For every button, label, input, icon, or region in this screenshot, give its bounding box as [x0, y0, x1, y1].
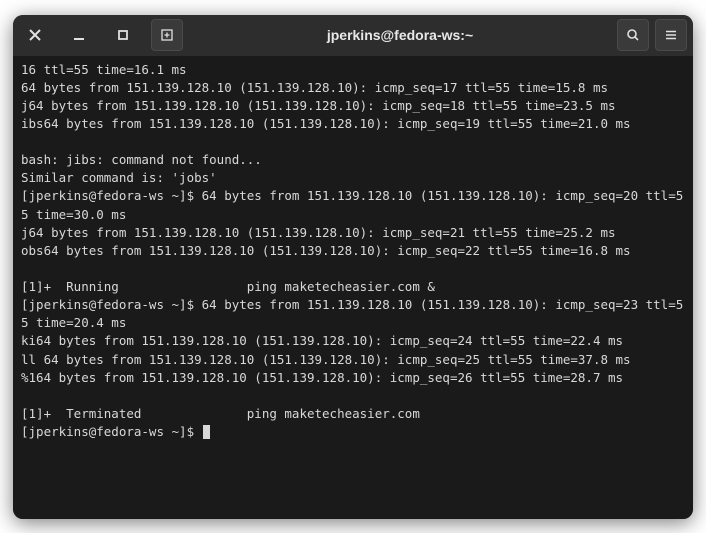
titlebar: jperkins@fedora-ws:~ — [13, 15, 693, 57]
terminal-line: ll 64 bytes from 151.139.128.10 (151.139… — [21, 352, 631, 367]
terminal-line: [jperkins@fedora-ws ~]$ 64 bytes from 15… — [21, 188, 683, 221]
terminal-line: 16 ttl=55 time=16.1 ms — [21, 62, 187, 77]
terminal-content[interactable]: 16 ttl=55 time=16.1 ms 64 bytes from 151… — [13, 57, 693, 519]
minimize-button[interactable] — [63, 19, 95, 51]
new-tab-icon — [160, 28, 174, 42]
terminal-line: [jperkins@fedora-ws ~]$ 64 bytes from 15… — [21, 297, 683, 330]
cursor — [203, 425, 210, 439]
search-button[interactable] — [617, 19, 649, 51]
search-icon — [626, 28, 640, 42]
maximize-icon — [116, 28, 130, 42]
terminal-line: j64 bytes from 151.139.128.10 (151.139.1… — [21, 225, 616, 240]
maximize-button[interactable] — [107, 19, 139, 51]
new-tab-button[interactable] — [151, 19, 183, 51]
terminal-line: obs64 bytes from 151.139.128.10 (151.139… — [21, 243, 631, 258]
terminal-line: [1]+ Terminated ping maketecheasier.com — [21, 406, 420, 421]
close-button[interactable] — [19, 19, 51, 51]
window-title: jperkins@fedora-ws:~ — [183, 27, 617, 43]
terminal-line: 64 bytes from 151.139.128.10 (151.139.12… — [21, 80, 608, 95]
terminal-line: %164 bytes from 151.139.128.10 (151.139.… — [21, 370, 623, 385]
close-icon — [28, 28, 42, 42]
terminal-line: bash: jibs: command not found... — [21, 152, 262, 167]
terminal-prompt: [jperkins@fedora-ws ~]$ — [21, 424, 202, 439]
titlebar-right-controls — [617, 19, 687, 51]
hamburger-icon — [664, 28, 678, 42]
terminal-line: Similar command is: 'jobs' — [21, 170, 217, 185]
terminal-line: j64 bytes from 151.139.128.10 (151.139.1… — [21, 98, 616, 113]
terminal-line: ki64 bytes from 151.139.128.10 (151.139.… — [21, 333, 623, 348]
terminal-window: jperkins@fedora-ws:~ 16 ttl=55 time=16.1… — [13, 15, 693, 519]
terminal-line: ibs64 bytes from 151.139.128.10 (151.139… — [21, 116, 631, 131]
terminal-line: [1]+ Running ping maketecheasier.com & — [21, 279, 435, 294]
menu-button[interactable] — [655, 19, 687, 51]
minimize-icon — [72, 28, 86, 42]
titlebar-left-controls — [19, 19, 183, 51]
